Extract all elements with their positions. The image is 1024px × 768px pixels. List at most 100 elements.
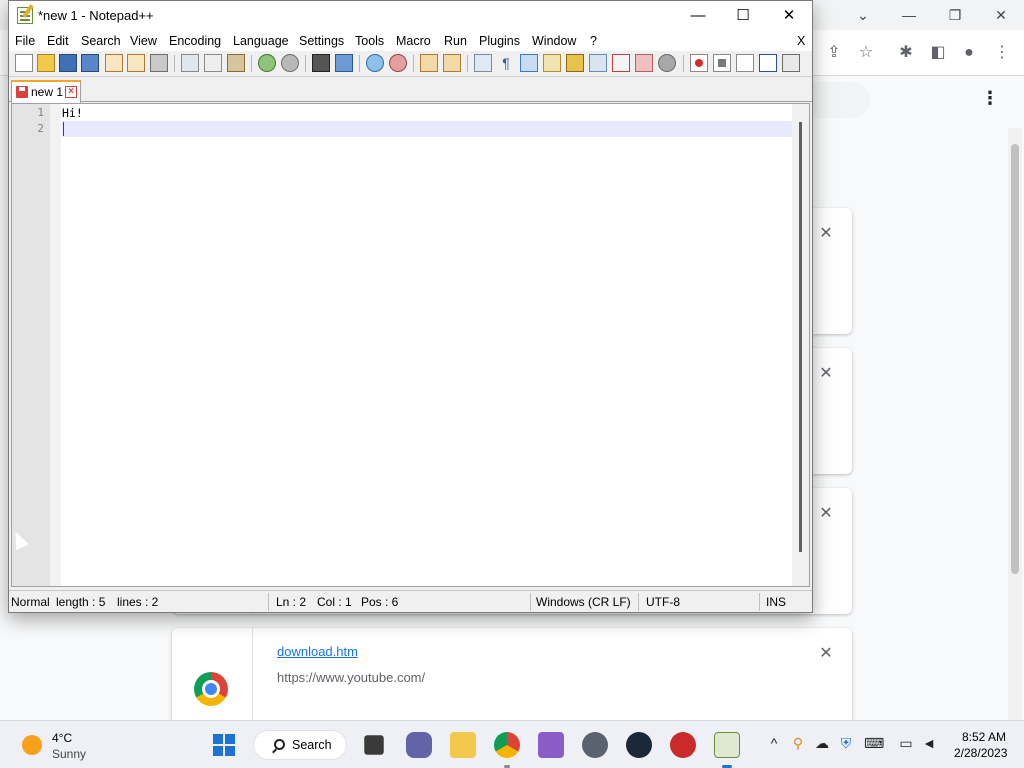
clock-time[interactable]: 8:52 AM <box>962 730 1006 744</box>
clock-date[interactable]: 2/28/2023 <box>954 746 1007 760</box>
volume-icon[interactable]: ◄ <box>920 735 938 751</box>
sync-vertical-icon[interactable] <box>420 54 438 72</box>
menu-view[interactable]: View <box>130 34 157 48</box>
teams-chat-icon[interactable] <box>406 732 432 758</box>
menu-plugins[interactable]: Plugins <box>479 34 520 48</box>
copy-icon[interactable] <box>204 54 222 72</box>
play-macro-icon[interactable] <box>736 54 754 72</box>
menu-help[interactable]: ? <box>590 34 597 48</box>
bookmark-star-icon[interactable]: ☆ <box>854 41 878 65</box>
downloads-more-icon[interactable]: ⋮ <box>978 86 1002 110</box>
show-hidden-icons-icon[interactable]: ^ <box>765 735 783 751</box>
sync-horizontal-icon[interactable] <box>443 54 461 72</box>
remove-download-icon[interactable]: ✕ <box>818 366 834 382</box>
menu-tools[interactable]: Tools <box>355 34 384 48</box>
start-windows-icon[interactable] <box>213 734 235 756</box>
maximize-button[interactable]: ☐ <box>720 1 766 31</box>
chrome-page-scrollbar[interactable] <box>1008 128 1022 720</box>
keyboard-icon[interactable]: ⌨ <box>864 735 884 752</box>
chrome-menu-icon[interactable]: ⋮ <box>990 41 1014 65</box>
chrome-close-button[interactable]: ✕ <box>978 4 1024 26</box>
save-all-icon[interactable] <box>81 54 99 72</box>
network-icon[interactable]: ▭ <box>897 735 915 752</box>
extensions-icon[interactable]: ✱ <box>894 41 918 65</box>
new-file-icon[interactable] <box>15 54 33 72</box>
tab-close-icon[interactable]: × <box>65 86 77 98</box>
close-button[interactable]: ✕ <box>766 1 812 31</box>
fold-margin[interactable] <box>50 104 61 586</box>
chrome-tab-search-icon[interactable]: ⌄ <box>840 4 886 26</box>
close-file-icon[interactable] <box>105 54 123 72</box>
download-source-url[interactable]: https://www.youtube.com/ <box>277 670 425 685</box>
profile-avatar-icon[interactable]: ● <box>957 41 981 65</box>
close-all-icon[interactable] <box>127 54 145 72</box>
steam-icon[interactable] <box>626 732 652 758</box>
zoom-out-icon[interactable] <box>389 54 407 72</box>
task-view-icon[interactable] <box>364 735 384 755</box>
zoom-in-icon[interactable] <box>366 54 384 72</box>
doc-map-icon[interactable] <box>566 54 584 72</box>
visual-studio-icon[interactable] <box>538 732 564 758</box>
record-macro-icon[interactable] <box>690 54 708 72</box>
cut-icon[interactable] <box>181 54 199 72</box>
weather-sun-icon[interactable] <box>22 735 42 755</box>
file-explorer-icon[interactable] <box>450 732 476 758</box>
save-macro-icon[interactable] <box>782 54 800 72</box>
notepadpp-taskbar-icon[interactable] <box>714 732 740 758</box>
menu-settings[interactable]: Settings <box>299 34 344 48</box>
chrome-minimize-button[interactable]: — <box>886 4 932 26</box>
paste-icon[interactable] <box>227 54 245 72</box>
code-line[interactable]: Hi! <box>62 105 83 121</box>
editor-vertical-scrollbar[interactable] <box>792 104 809 586</box>
downloads-search-bar[interactable] <box>812 82 870 118</box>
undo-icon[interactable] <box>258 54 276 72</box>
weather-description[interactable]: Sunny <box>52 747 86 761</box>
menu-language[interactable]: Language <box>233 34 289 48</box>
chrome-taskbar-icon[interactable] <box>494 732 520 758</box>
share-icon[interactable]: ⇪ <box>822 41 846 65</box>
side-panel-icon[interactable]: ◧ <box>926 41 950 65</box>
save-icon[interactable] <box>59 54 77 72</box>
dev-cpp-icon[interactable] <box>670 732 696 758</box>
show-all-chars-icon[interactable]: ¶ <box>497 54 515 72</box>
menu-edit[interactable]: Edit <box>47 34 69 48</box>
security-shield-icon[interactable]: ⛨ <box>837 735 855 752</box>
menu-macro[interactable]: Macro <box>396 34 431 48</box>
tab-new-1[interactable]: new 1 × <box>11 80 81 103</box>
user-language-icon[interactable] <box>543 54 561 72</box>
menu-search[interactable]: Search <box>81 34 121 48</box>
monitoring-icon[interactable] <box>658 54 676 72</box>
taskbar-search-box[interactable]: Search <box>253 730 347 760</box>
menu-encoding[interactable]: Encoding <box>169 34 221 48</box>
replace-icon[interactable] <box>335 54 353 72</box>
folder-workspace-icon[interactable] <box>635 54 653 72</box>
scrollbar-thumb[interactable] <box>799 122 802 552</box>
run-macro-multiple-icon[interactable] <box>759 54 777 72</box>
print-icon[interactable] <box>150 54 168 72</box>
editor-area[interactable]: 1 2 Hi! <box>11 103 810 587</box>
search-tray-icon[interactable]: ⚲ <box>789 735 807 752</box>
indent-guide-icon[interactable] <box>520 54 538 72</box>
remove-download-icon[interactable]: ✕ <box>818 646 834 662</box>
close-document-button[interactable]: X <box>797 34 805 48</box>
open-file-icon[interactable] <box>37 54 55 72</box>
find-icon[interactable] <box>312 54 330 72</box>
minimize-button[interactable]: — <box>675 1 721 31</box>
title-bar[interactable]: *new 1 - Notepad++ — ☐ ✕ <box>9 1 812 31</box>
word-wrap-icon[interactable] <box>474 54 492 72</box>
onedrive-icon[interactable]: ☁ <box>813 735 831 752</box>
stop-macro-icon[interactable] <box>713 54 731 72</box>
remove-download-icon[interactable]: ✕ <box>818 506 834 522</box>
download-filename-link[interactable]: download.htm <box>277 644 358 659</box>
doc-list-icon[interactable] <box>589 54 607 72</box>
settings-gear-icon[interactable] <box>582 732 608 758</box>
redo-icon[interactable] <box>281 54 299 72</box>
function-list-icon[interactable] <box>612 54 630 72</box>
weather-temperature[interactable]: 4°C <box>52 731 72 745</box>
menu-file[interactable]: File <box>15 34 35 48</box>
chrome-restore-button[interactable]: ❐ <box>932 4 978 26</box>
menu-window[interactable]: Window <box>532 34 576 48</box>
remove-download-icon[interactable]: ✕ <box>818 226 834 242</box>
menu-run[interactable]: Run <box>444 34 467 48</box>
scrollbar-thumb[interactable] <box>1011 144 1019 574</box>
